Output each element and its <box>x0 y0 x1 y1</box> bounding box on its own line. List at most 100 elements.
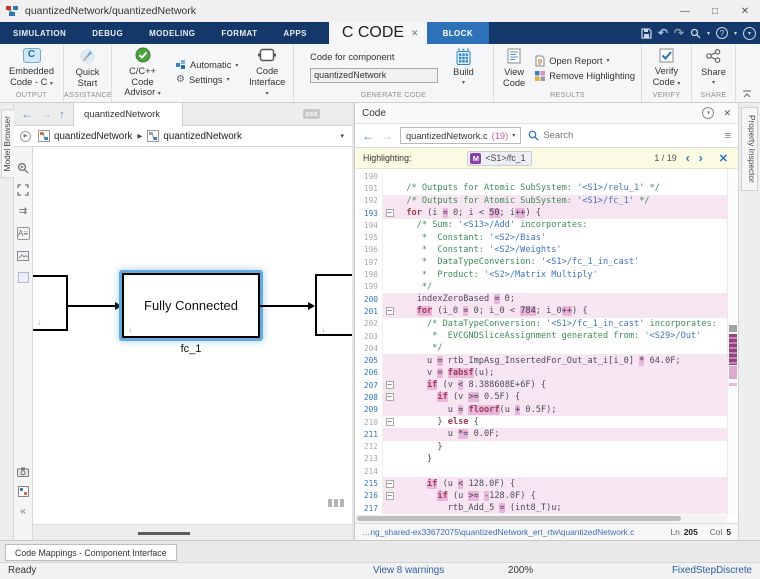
tab-block[interactable]: BLOCK <box>427 22 489 44</box>
automatic-menu-item[interactable]: Automatic ▾ <box>176 60 238 70</box>
downstream-block[interactable]: ↓ <box>315 274 352 336</box>
signal-routing-icon[interactable]: ⇉ <box>17 205 30 218</box>
code-line[interactable]: 216− if (u >= -128.0F) { <box>355 490 727 502</box>
quick-start-button[interactable]: Quick Start <box>73 46 103 89</box>
code-scrollbar-thumb[interactable] <box>357 516 681 521</box>
tab-c-code[interactable]: C CODE ✕ <box>329 22 427 44</box>
code-line[interactable]: 194 /* Sum: '<S13>/Add' incorporates: <box>355 219 727 231</box>
fold-toggle-icon[interactable]: − <box>383 307 396 315</box>
solver-name[interactable]: FixedStepDiscrete <box>672 565 752 576</box>
previous-match-icon[interactable]: ‹ <box>686 152 690 164</box>
code-line[interactable]: 196 * Constant: '<S2>/Weights' <box>355 244 727 256</box>
navigate-icon[interactable]: ▶ <box>20 131 31 142</box>
share-button[interactable]: Share ▾ <box>698 46 729 89</box>
close-code-pane-icon[interactable]: ✕ <box>723 108 731 119</box>
tab-format[interactable]: FORMAT <box>208 22 270 44</box>
fold-toggle-icon[interactable]: − <box>383 480 396 488</box>
upstream-block[interactable]: ↓ <box>33 275 68 331</box>
tab-modeling[interactable]: MODELING <box>136 22 208 44</box>
highlight-tag[interactable]: M <S1>/fc_1 <box>467 151 531 166</box>
undo-icon[interactable]: ↶ <box>658 22 668 44</box>
code-interface-button[interactable]: Code Interface ▾ <box>244 45 290 101</box>
code-view[interactable]: 190191 /* Outputs for Atomic SubSystem: … <box>355 169 738 523</box>
code-back-icon[interactable]: ← <box>362 129 374 143</box>
maximize-button[interactable]: □ <box>700 0 730 22</box>
up-arrow-icon[interactable]: ↑ <box>59 107 65 121</box>
code-line[interactable]: 205 u = rtb_ImpAsg_InsertedFor_Out_at_i[… <box>355 354 727 366</box>
code-vertical-scrollbar[interactable] <box>727 169 738 515</box>
code-horizontal-scrollbar[interactable] <box>355 515 727 523</box>
remove-highlighting-menu-item[interactable]: Remove Highlighting <box>535 71 635 81</box>
fit-to-view-icon[interactable] <box>17 183 30 196</box>
code-forward-icon[interactable]: → <box>381 129 393 143</box>
canvas-scrollbar-thumb[interactable] <box>138 532 190 535</box>
breadcrumb-dropdown-caret-icon[interactable]: ▾ <box>340 132 344 140</box>
code-line[interactable]: 207− if (v < 8.388608E+6F) { <box>355 379 727 391</box>
code-line[interactable]: 214 <box>355 465 727 477</box>
area-box-icon[interactable] <box>17 271 30 284</box>
next-match-icon[interactable]: › <box>699 152 703 164</box>
fold-toggle-icon[interactable]: − <box>383 393 396 401</box>
property-inspector-tab[interactable]: Property Inspector <box>741 107 758 191</box>
search-icon[interactable] <box>690 28 701 39</box>
model-tab[interactable]: quantizedNetwork <box>73 103 183 126</box>
file-selector[interactable]: quantizedNetwork.c (19) ▾ <box>400 127 521 144</box>
breadcrumb-item-root[interactable]: quantizedNetwork <box>54 131 132 142</box>
file-path[interactable]: …ng_shared-ex33672075\quantizedNetwork_e… <box>362 527 634 537</box>
fold-toggle-icon[interactable]: − <box>383 381 396 389</box>
code-line[interactable]: 193− for (i = 0; i < 50; i++) { <box>355 207 727 219</box>
embedded-code-button[interactable]: C Embedded Code - C ▾ <box>6 45 57 90</box>
view-code-button[interactable]: View Code <box>500 46 528 89</box>
code-line[interactable]: 198 * Product: '<S2>/Matrix Multiply' <box>355 268 727 280</box>
code-line[interactable]: 212 } <box>355 441 727 453</box>
annotation-icon[interactable]: A≡ <box>17 227 30 240</box>
fold-toggle-icon[interactable]: − <box>383 418 396 426</box>
code-line[interactable]: 201− for (i_0 = 0; i_0 < 784; i_0++) { <box>355 305 727 317</box>
code-line[interactable]: 204 */ <box>355 342 727 354</box>
code-menu-icon[interactable]: ≡ <box>725 130 731 142</box>
tab-apps[interactable]: APPS <box>270 22 319 44</box>
close-c-code-tab-icon[interactable]: ✕ <box>411 28 419 39</box>
forward-arrow-icon[interactable]: → <box>40 107 52 121</box>
code-line[interactable]: 203 * EVCGNDSliceAssignment generated fr… <box>355 330 727 342</box>
save-icon[interactable] <box>641 28 652 39</box>
model-canvas[interactable]: ↓ Fully Connected ↓ fc_1 ↓ <box>33 147 352 540</box>
redo-icon[interactable]: ↷ <box>674 22 684 44</box>
code-line[interactable]: 210− } else { <box>355 416 727 428</box>
code-line[interactable]: 195 * Constant: '<S2>/Bias' <box>355 231 727 243</box>
fold-toggle-icon[interactable]: − <box>383 492 396 500</box>
code-line[interactable]: 208− if (v >= 0.5F) { <box>355 391 727 403</box>
zoom-icon[interactable] <box>17 161 30 174</box>
clear-highlighting-icon[interactable]: ✕ <box>719 152 728 165</box>
help-icon[interactable]: ? <box>716 27 728 39</box>
camera-icon[interactable] <box>17 465 30 478</box>
minimize-toolstrip-icon[interactable]: ▾ <box>743 27 756 40</box>
collapse-toolstrip-button[interactable] <box>736 44 758 102</box>
code-advisor-button[interactable]: C/C++ Code Advisor ▾ <box>115 45 170 101</box>
verify-code-button[interactable]: Verify Code ▾ <box>650 45 684 90</box>
minimize-button[interactable]: — <box>670 0 700 22</box>
back-arrow-icon[interactable]: ← <box>21 107 33 121</box>
signal-wire[interactable] <box>68 305 115 307</box>
help-dropdown-caret-icon[interactable]: ▾ <box>734 30 737 37</box>
tab-debug[interactable]: DEBUG <box>79 22 136 44</box>
code-line[interactable]: 197 * DataTypeConversion: '<S1>/fc_1_in_… <box>355 256 727 268</box>
fold-toggle-icon[interactable]: − <box>383 209 396 217</box>
code-line[interactable]: 206 v = fabsf(u); <box>355 367 727 379</box>
code-line[interactable]: 217 rtb_Add_5 = (int8_T)u; <box>355 502 727 514</box>
code-line[interactable]: 192 /* Outputs for Atomic SubSystem: '<S… <box>355 195 727 207</box>
tab-simulation[interactable]: SIMULATION <box>0 22 79 44</box>
code-line[interactable]: 211 u *= 0.0F; <box>355 428 727 440</box>
code-mappings-tab[interactable]: Code Mappings - Component Interface <box>5 544 177 561</box>
open-report-menu-item[interactable]: Open Report ▾ <box>535 55 635 67</box>
settings-menu-item[interactable]: ⚙ Settings ▾ <box>176 74 238 85</box>
build-button[interactable]: Build ▾ <box>450 46 477 89</box>
code-search-input[interactable] <box>543 130 663 141</box>
breadcrumb-item-current[interactable]: quantizedNetwork <box>163 131 241 142</box>
code-line[interactable]: 200 indexZeroBased = 0; <box>355 293 727 305</box>
image-annotation-icon[interactable] <box>17 249 30 262</box>
code-line[interactable]: 202 /* DataTypeConversion: '<S1>/fc_1_in… <box>355 318 727 330</box>
collapse-palette-icon[interactable]: « <box>17 505 30 518</box>
canvas-horizontal-scrollbar[interactable] <box>33 524 352 540</box>
code-line[interactable]: 209 u = floorf(u + 0.5F); <box>355 404 727 416</box>
